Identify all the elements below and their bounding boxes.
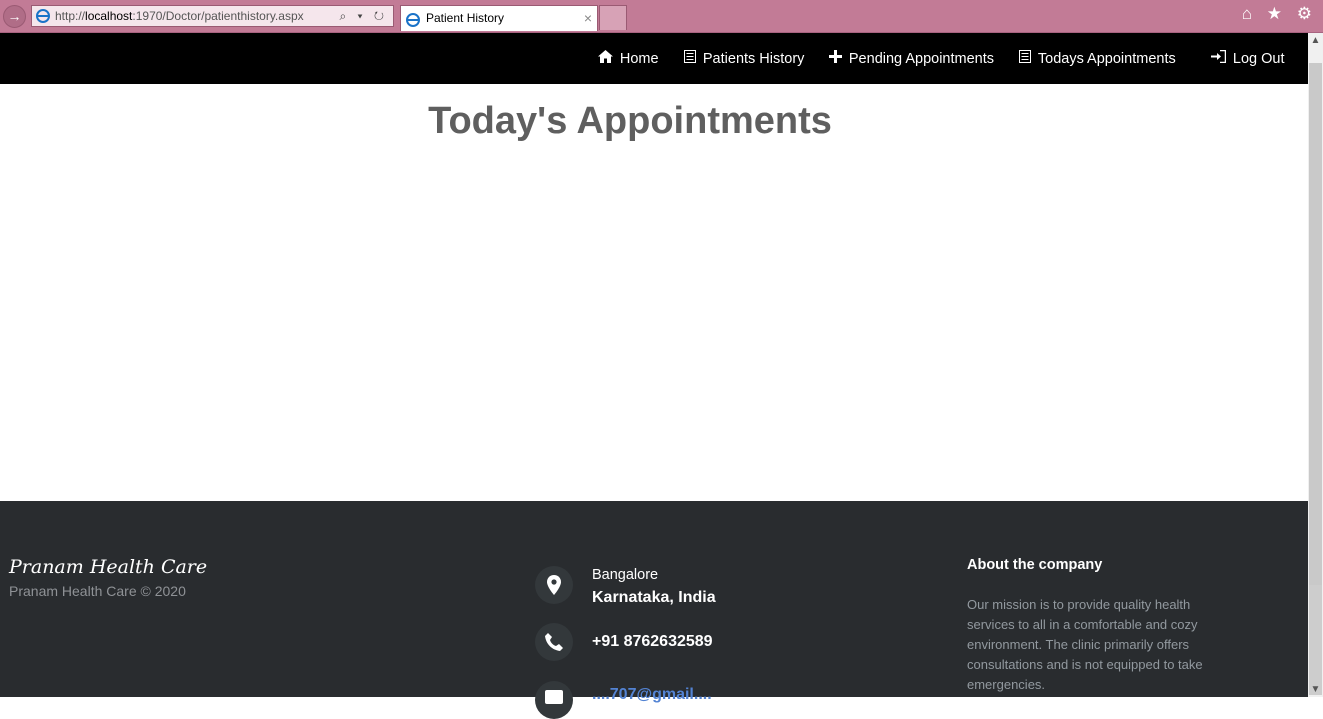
home-icon: [598, 50, 617, 66]
nav-log-out[interactable]: Log Out: [1211, 33, 1284, 84]
footer-copyright: Pranam Health Care © 2020: [9, 583, 186, 599]
footer-email-link[interactable]: ....707@gmail....: [592, 686, 712, 704]
address-tools-icons[interactable]: ⌕ ▾ ↻: [339, 6, 388, 26]
browser-chrome: → http://localhost:1970/Doctor/patienthi…: [0, 0, 1323, 33]
tab-title: Patient History: [426, 11, 505, 25]
nav-todays-appointments[interactable]: Todays Appointments: [1019, 33, 1176, 84]
tab-close-icon[interactable]: ×: [584, 6, 592, 31]
nav-home[interactable]: Home: [598, 33, 659, 84]
scroll-track-lower[interactable]: [1309, 585, 1322, 695]
scroll-up-icon[interactable]: ▲: [1308, 35, 1323, 46]
new-tab-button[interactable]: [599, 5, 627, 30]
footer-phone: +91 8762632589: [592, 633, 713, 650]
nav-todays-appointments-label: Todays Appointments: [1037, 51, 1176, 67]
envelope-icon: [535, 681, 573, 719]
about-title: About the company: [967, 557, 1103, 573]
footer-brand: Pranam Health Care: [9, 556, 208, 578]
footer-city: Bangalore: [592, 567, 659, 583]
nav-pending-appointments[interactable]: Pending Appointments: [829, 33, 994, 84]
log-in-icon: [1211, 49, 1230, 66]
nav-patients-history-label: Patients History: [702, 51, 805, 67]
scroll-down-icon[interactable]: ▼: [1308, 684, 1323, 695]
address-bar[interactable]: http://localhost:1970/Doctor/patienthist…: [31, 5, 394, 27]
footer: Pranam Health Care Pranam Health Care © …: [0, 501, 1308, 719]
back-arrow-icon[interactable]: →: [3, 5, 26, 28]
list-icon: [684, 50, 700, 66]
address-url[interactable]: http://localhost:1970/Doctor/patienthist…: [55, 6, 304, 26]
scroll-thumb[interactable]: [1309, 63, 1322, 615]
nav-patients-history[interactable]: Patients History: [684, 33, 804, 84]
navbar: Home Patients History Pending Appointmen…: [0, 33, 1308, 84]
nav-log-out-label: Log Out: [1232, 51, 1285, 67]
about-text: Our mission is to provide quality health…: [967, 597, 1203, 692]
nav-pending-appointments-label: Pending Appointments: [848, 51, 994, 67]
page-title: Today's Appointments: [428, 100, 832, 142]
ie-logo-icon: [36, 9, 50, 29]
list-icon: [1019, 50, 1035, 66]
phone-icon: [535, 623, 573, 661]
footer-state: Karnataka, India: [592, 589, 716, 606]
vertical-scrollbar[interactable]: ▲ ▼: [1308, 33, 1323, 697]
browser-tab[interactable]: Patient History ×: [400, 5, 598, 31]
plus-icon: [829, 50, 846, 66]
nav-home-label: Home: [619, 51, 659, 67]
map-marker-icon: [535, 566, 573, 604]
browser-toolbar-icons[interactable]: ⌂ ★ ⚙: [1242, 4, 1317, 24]
